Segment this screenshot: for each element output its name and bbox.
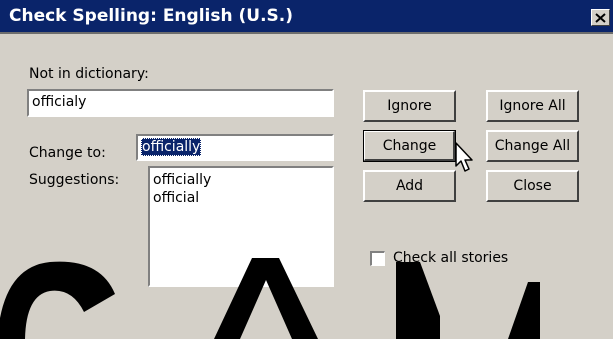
spelling-dialog: Check Spelling: English (U.S.) Not in di… <box>0 0 613 339</box>
window-title: Check Spelling: English (U.S.) <box>9 6 294 26</box>
not-in-dictionary-value: officialy <box>32 94 87 110</box>
ignore-button-label: Ignore <box>387 98 432 114</box>
add-button-label: Add <box>395 178 424 194</box>
close-button[interactable]: Close <box>486 170 579 202</box>
close-button-label: Close <box>513 178 552 194</box>
watermark-letters <box>0 258 540 339</box>
change-all-button-label: Change All <box>494 138 571 154</box>
not-in-dictionary-field[interactable]: officialy <box>27 89 334 117</box>
close-window-button[interactable] <box>591 9 610 26</box>
title-bar[interactable]: Check Spelling: English (U.S.) <box>0 0 613 34</box>
change-to-field[interactable]: officially <box>136 134 334 161</box>
ignore-all-button[interactable]: Ignore All <box>486 90 579 122</box>
change-button[interactable]: Change <box>363 130 456 162</box>
suggestion-item[interactable]: official <box>153 189 199 207</box>
ignore-all-button-label: Ignore All <box>499 98 566 114</box>
mouse-cursor-icon <box>455 142 473 172</box>
not-in-dictionary-label: Not in dictionary: <box>29 66 149 82</box>
suggestions-label: Suggestions: <box>29 172 120 188</box>
ignore-button[interactable]: Ignore <box>363 90 456 122</box>
close-icon <box>595 12 606 23</box>
change-to-value: officially <box>141 138 202 156</box>
change-all-button[interactable]: Change All <box>486 130 579 162</box>
change-to-label: Change to: <box>29 145 106 161</box>
suggestion-item[interactable]: officially <box>153 171 211 189</box>
add-button[interactable]: Add <box>363 170 456 202</box>
change-button-label: Change <box>382 138 437 154</box>
